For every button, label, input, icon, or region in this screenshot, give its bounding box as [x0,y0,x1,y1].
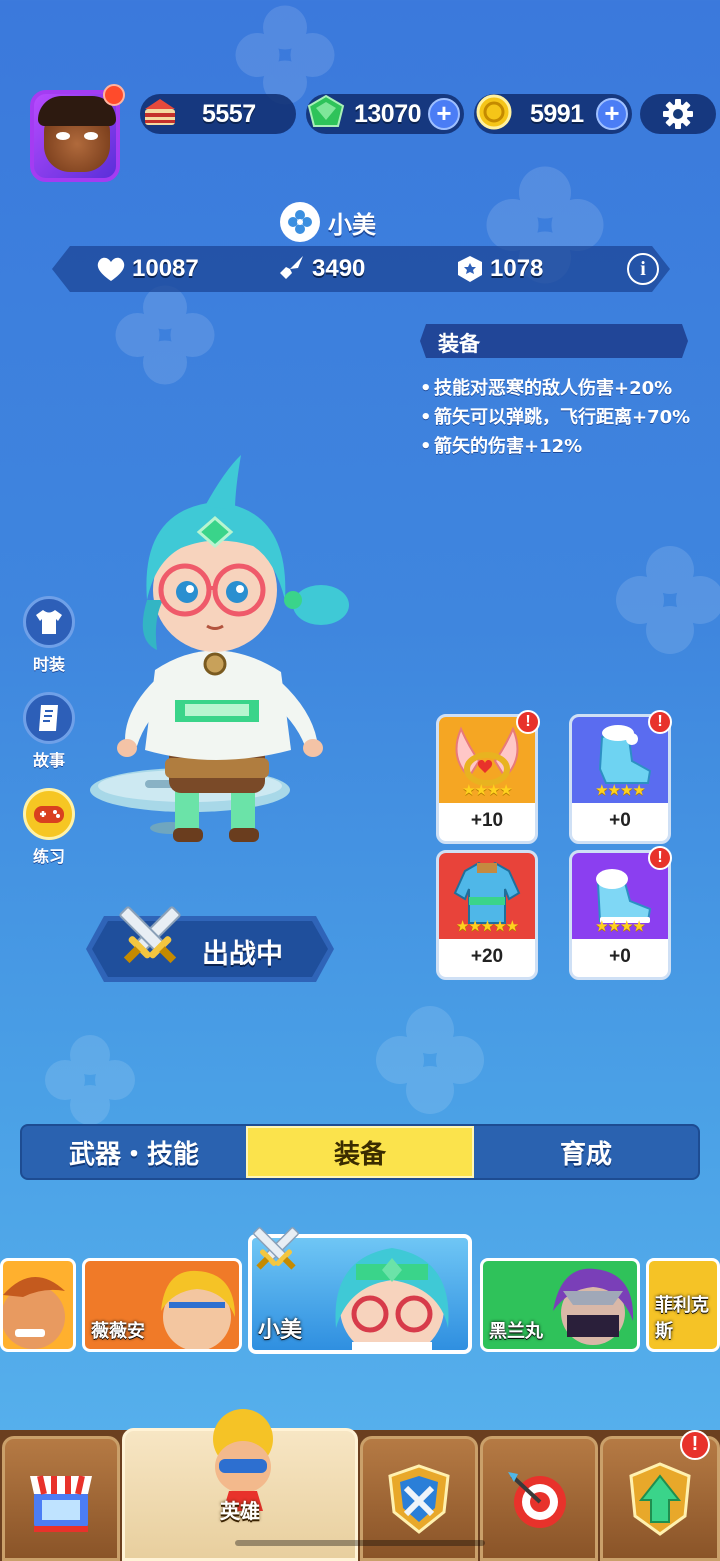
hero-class-icon [280,202,320,242]
tab-equipment[interactable]: 装备 [246,1126,474,1178]
attack-stat: 3490 [276,254,365,284]
equipment-panel-title: 装备 [438,332,480,356]
battle-shield-icon [388,1463,450,1534]
cake-amount: 5557 [202,99,256,128]
deploy-label: 出战中 [202,939,283,970]
home-indicator[interactable] [235,1540,485,1546]
slot-stars: ★★★★ [462,781,513,799]
cake-currency[interactable]: 5557 [140,94,296,134]
coin-amount: 5991 [530,99,584,128]
costume-button[interactable]: 时装 [22,596,76,675]
slot-stars: ★★★★ [595,917,646,935]
add-gems-button[interactable]: + [428,98,460,130]
slot-alert-badge: ! [516,710,540,734]
slot-level: +10 [470,810,504,831]
slot-level: +0 [609,810,631,831]
sword-icon [280,256,303,279]
hp-stat: 10087 [96,254,199,284]
practice-label: 练习 [32,847,65,866]
hero-name-header: 小美 [280,200,376,244]
coin-currency[interactable]: 5991 + [474,94,632,134]
gem-icon [304,90,348,134]
slot-art: ★★★★★ [439,853,535,939]
hero-card[interactable]: 薇薇安 [82,1258,242,1352]
hp-value: 10087 [132,255,199,282]
power-value: 1078 [490,255,544,282]
story-label: 故事 [32,751,65,770]
hero-card[interactable] [0,1258,76,1352]
gem-amount: 13070 [354,99,422,128]
upgrade-arrow-icon [629,1461,691,1536]
hero-name: 小美 [328,210,376,239]
heart-icon [97,257,125,281]
equip-slot-accessory[interactable]: ★★★★ +10 [436,714,538,844]
upgrade-alert-badge: ! [680,1430,710,1460]
hero-character-model[interactable] [85,450,365,870]
settings-button[interactable] [640,94,716,134]
hero-card[interactable]: 黑兰丸 [480,1258,640,1352]
tab-weapon-skill[interactable]: 武器・技能 [22,1126,246,1178]
equip-slot-armor[interactable]: ★★★★★ +20 [436,850,538,980]
avatar-notification-dot [103,84,125,106]
costume-icon [23,596,75,648]
nav-challenge[interactable] [480,1436,598,1561]
background-flower-decoration [616,546,720,654]
add-coins-button[interactable]: + [596,98,628,130]
background-flower-decoration [45,1035,135,1125]
shop-icon [30,1474,92,1532]
slot-alert-badge: ! [648,710,672,734]
shield-star-icon [458,256,482,282]
nav-heroes-label: 英雄 [220,1499,260,1523]
avatar-eye [84,132,98,140]
hero-portrait [3,1276,65,1349]
hero-card-name: 菲利克斯 [655,1295,709,1342]
costume-label: 时装 [32,655,65,674]
bonus-item: 箭矢可以弹跳，飞行距离+70% [420,403,700,432]
slot-stars: ★★★★ [595,781,646,799]
slot-level: +20 [470,946,504,967]
target-icon [508,1471,566,1528]
gear-icon [663,99,693,129]
attack-value: 3490 [312,255,366,282]
info-icon: i [640,257,646,280]
hero-detail-tabs: 武器・技能 装备 育成 [20,1124,700,1180]
coin-icon [472,90,516,134]
story-icon [23,692,75,744]
slot-level: +0 [609,946,631,967]
nav-shop[interactable] [2,1436,120,1561]
power-stat: 1078 [456,254,543,284]
slot-alert-badge: ! [648,846,672,870]
practice-button[interactable]: 练习 [22,788,76,867]
hero-card-name: 小美 [258,1318,303,1343]
gamepad-icon [23,788,75,840]
hero-card[interactable]: 菲利克斯 [646,1258,720,1352]
gem-currency[interactable]: 13070 + [306,94,464,134]
tab-development[interactable]: 育成 [474,1126,698,1178]
story-button[interactable]: 故事 [22,692,76,771]
hero-card-name: 黑兰丸 [489,1321,543,1342]
info-button[interactable]: i [627,253,659,285]
avatar-eye [56,132,70,140]
cake-icon [138,90,182,134]
background-flower-decoration [115,285,215,385]
equipment-bonus-list: 技能对恶寒的敌人伤害+20% 箭矢可以弹跳，飞行距离+70% 箭矢的伤害+12% [420,374,700,461]
crossed-swords-icon [119,906,181,964]
bonus-item: 箭矢的伤害+12% [420,432,700,461]
slot-stars: ★★★★★ [455,917,519,935]
background-flower-decoration [376,1006,484,1114]
bonus-item: 技能对恶寒的敌人伤害+20% [420,374,700,403]
hero-card-name: 薇薇安 [91,1321,145,1342]
deployed-swords-icon [253,1227,299,1270]
